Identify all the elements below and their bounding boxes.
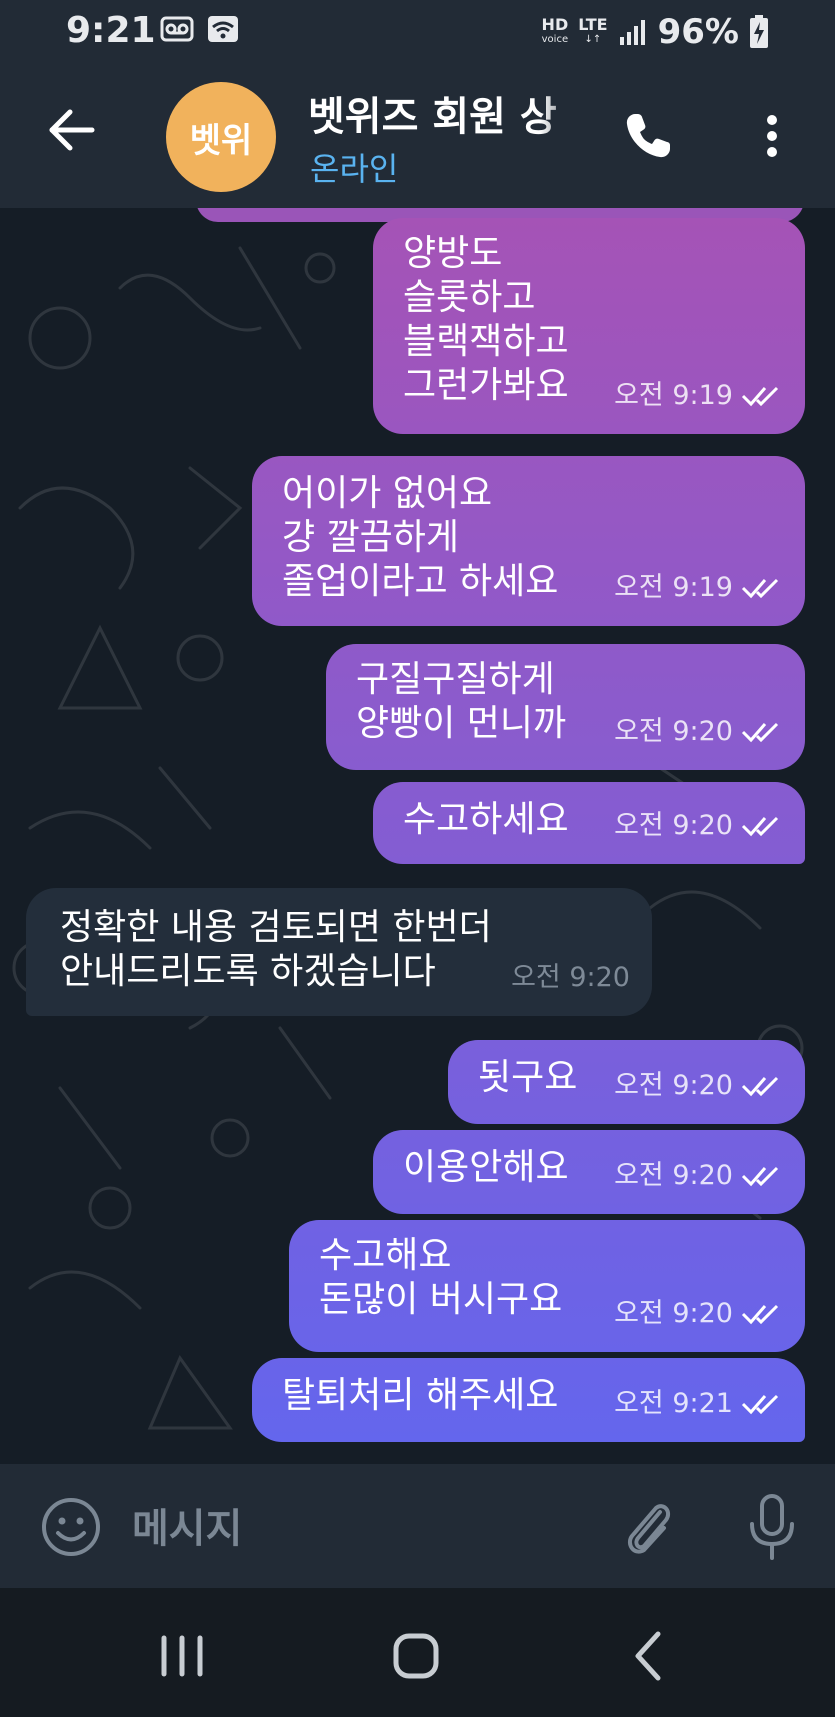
message-text: 구질구질하게 양빵이 먼니까	[356, 659, 567, 744]
message-bubble[interactable]: 어이가 없어요 걍 깔끔하게 졸업이라고 하세요 오전 9:19	[252, 456, 805, 626]
message-time: 오전 9:20	[614, 1298, 733, 1329]
status-icons-right: HD voice LTE ↓↑ 96%	[542, 12, 769, 52]
message-bubble[interactable]: 구질구질하게 양빵이 먼니까 오전 9:20	[326, 644, 805, 770]
message-time: 오전 9:20	[614, 1160, 733, 1191]
message-time: 오전 9:21	[614, 1388, 733, 1419]
message-meta: 오전 9:19	[614, 374, 783, 418]
home-icon[interactable]	[386, 1626, 446, 1686]
read-checkmarks-icon	[741, 816, 779, 837]
message-input[interactable]	[130, 1500, 594, 1558]
message-time: 오전 9:20	[614, 716, 733, 747]
status-bar: 9:21 HD voice LTE ↓↑ 96%	[0, 0, 835, 62]
status-time: 9:21	[66, 10, 156, 51]
emoji-icon[interactable]	[40, 1496, 102, 1558]
read-checkmarks-icon	[741, 578, 779, 599]
signal-icon	[619, 20, 645, 45]
avatar[interactable]: 벳위	[166, 82, 276, 192]
message-bubble[interactable]: 이용안해요 오전 9:20	[373, 1130, 805, 1214]
read-checkmarks-icon	[741, 1076, 779, 1097]
message-meta: 오전 9:20	[614, 1064, 783, 1108]
message-time: 오전 9:20	[614, 810, 733, 841]
read-checkmarks-icon	[741, 1394, 779, 1415]
message-text: 어이가 없어요 걍 깔끔하게 졸업이라고 하세요	[282, 473, 559, 602]
message-time: 오전 9:19	[614, 380, 733, 411]
message-bubble[interactable]: 수고하세요 오전 9:20	[373, 782, 805, 864]
lte-indicator: LTE ↓↑	[578, 15, 608, 46]
online-status: 온라인	[310, 150, 399, 188]
message-list[interactable]: 양방도 슬롯하고 블랙잭하고 그런가봐요 오전 9:19 어이가 없어요 걍 깔…	[0, 208, 835, 1464]
message-text: 정확한 내용 검토되면 한번더 안내드리도록 하겠습니다	[60, 907, 492, 992]
message-bubble[interactable]: 양방도 슬롯하고 블랙잭하고 그런가봐요 오전 9:19	[373, 218, 805, 434]
message-bubble[interactable]: 수고해요 돈많이 버시구요 오전 9:20	[289, 1220, 805, 1352]
message-meta: 오전 9:20	[614, 1292, 783, 1336]
more-vertical-icon[interactable]	[754, 108, 790, 164]
read-checkmarks-icon	[741, 1166, 779, 1187]
message-text: 이용안해요	[403, 1147, 569, 1188]
message-text: 탈퇴처리 해주세요	[282, 1375, 559, 1416]
message-bubble-incoming[interactable]: 정확한 내용 검토되면 한번더 안내드리도록 하겠습니다 오전 9:20	[26, 888, 652, 1016]
phone-icon[interactable]	[620, 108, 676, 164]
battery-level: 96%	[657, 12, 739, 52]
message-text: 양방도 슬롯하고 블랙잭하고 그런가봐요	[403, 233, 569, 406]
message-meta: 오전 9:20	[511, 956, 630, 1000]
title-fade	[540, 84, 586, 136]
battery-charging-icon	[750, 15, 768, 48]
chat-header: 벳위 벳위즈 회원 상 온라인	[0, 62, 835, 208]
message-input-bar	[0, 1464, 835, 1588]
read-checkmarks-icon	[741, 722, 779, 743]
message-text: 수고해요 돈많이 버시구요	[319, 1235, 563, 1320]
message-text: 됫구요	[478, 1057, 578, 1098]
back-arrow-icon[interactable]	[44, 102, 100, 158]
message-text: 수고하세요	[403, 799, 569, 840]
message-time: 오전 9:19	[614, 572, 733, 603]
recent-apps-icon[interactable]	[152, 1626, 212, 1686]
message-time: 오전 9:20	[511, 962, 630, 993]
message-bubble[interactable]: 됫구요 오전 9:20	[448, 1040, 805, 1124]
message-meta: 오전 9:21	[614, 1382, 783, 1426]
message-meta: 오전 9:20	[614, 1154, 783, 1198]
status-icons-left	[160, 14, 240, 44]
message-meta: 오전 9:19	[614, 566, 783, 610]
message-bubble[interactable]: 탈퇴처리 해주세요 오전 9:21	[252, 1358, 805, 1442]
read-checkmarks-icon	[741, 1304, 779, 1325]
back-nav-icon[interactable]	[620, 1626, 680, 1686]
hd-voice-indicator: HD voice	[541, 15, 569, 46]
read-checkmarks-icon	[741, 386, 779, 407]
paperclip-icon[interactable]	[618, 1494, 678, 1560]
wifi-icon	[208, 16, 238, 42]
message-meta: 오전 9:20	[614, 804, 783, 848]
voicemail-icon	[160, 16, 194, 42]
microphone-icon[interactable]	[744, 1492, 800, 1562]
message-meta: 오전 9:20	[614, 710, 783, 754]
message-time: 오전 9:20	[614, 1070, 733, 1101]
system-navigation-bar	[0, 1588, 835, 1717]
